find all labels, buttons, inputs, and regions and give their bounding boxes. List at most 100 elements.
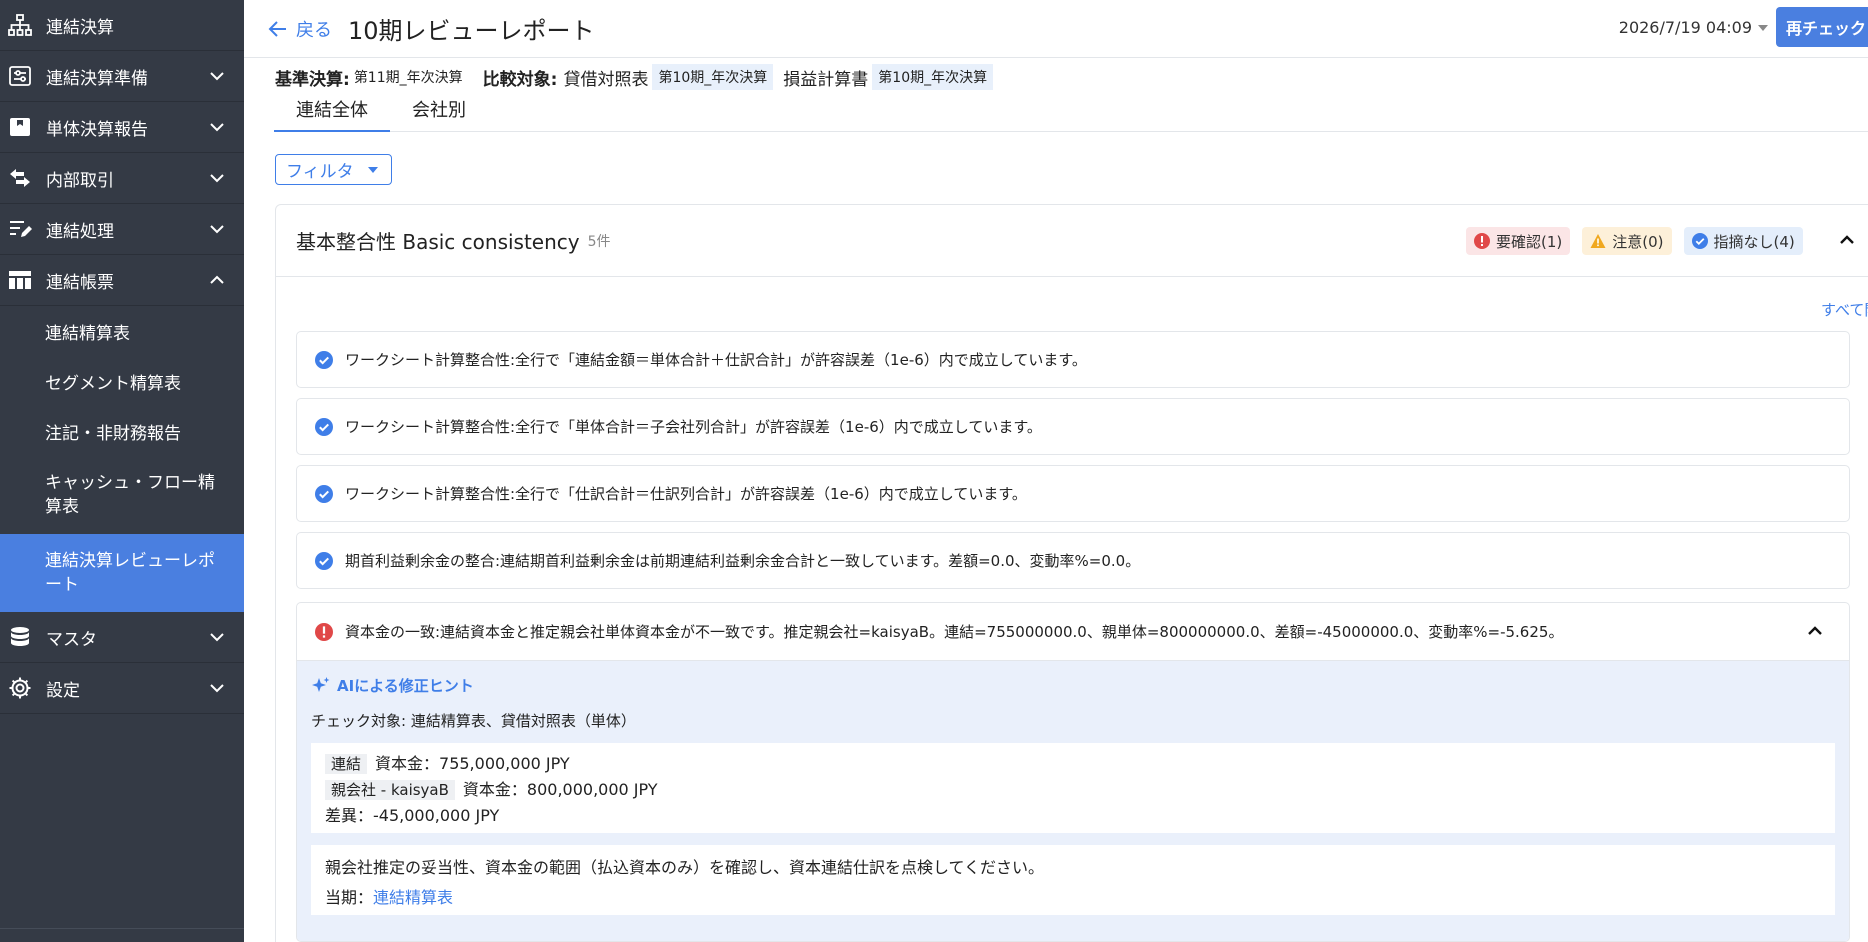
sidebar-item-reports[interactable]: 連結帳票	[0, 255, 244, 306]
filter-label: フィルタ	[286, 162, 354, 182]
status-badge-warning[interactable]: 注意(0)	[1582, 227, 1672, 255]
compare-label: 比較対象:	[482, 69, 558, 90]
chevron-down-icon	[210, 684, 224, 693]
warning-icon	[1590, 233, 1606, 249]
error-message: 資本金の一致:連結資本金と推定親会社単体資本金が不一致です。推定親会社=kais…	[345, 623, 1564, 641]
sidebar-item-label: 内部取引	[46, 170, 114, 191]
ai-hint-label: AIによる修正ヒント	[337, 677, 474, 695]
worksheet-link[interactable]: 連結精算表	[373, 888, 453, 907]
section-header[interactable]: 基本整合性 Basic consistency 5件 要確認(1) 注意(0) …	[276, 205, 1868, 277]
error-check-header[interactable]: 資本金の一致:連結資本金と推定親会社単体資本金が不一致です。推定親会社=kais…	[297, 603, 1849, 661]
sidebar-item-label: 設定	[46, 680, 80, 701]
check-item[interactable]: ワークシート計算整合性:全行で「連結金額＝単体合計＋仕訳合計」が許容誤差（1e-…	[296, 331, 1850, 388]
sidebar-item-preparation[interactable]: 連結決算準備	[0, 51, 244, 102]
ai-hint-panel: AIによる修正ヒント チェック対象: 連結精算表、貸借対照表（単体） 連結 資本金…	[297, 661, 1849, 941]
gear-icon	[6, 674, 34, 702]
pl-label: 損益計算書	[783, 69, 869, 90]
back-label: 戻る	[296, 19, 332, 41]
chevron-down-icon	[210, 123, 224, 132]
status-badge-ok[interactable]: 指摘なし(4)	[1683, 227, 1803, 255]
value-comparison-box: 連結 資本金：755,000,000 JPY 親会社 - kaisyaB 資本金：8…	[311, 743, 1835, 833]
sparkle-icon	[312, 676, 330, 692]
filter-button[interactable]: フィルタ	[275, 154, 392, 185]
base-label: 基準決算:	[275, 69, 350, 90]
sidebar-subitem-label: 連結精算表	[45, 323, 130, 344]
swap-arrows-icon	[6, 164, 34, 192]
comparison-value: 資本金：755,000,000 JPY	[375, 754, 570, 773]
sidebar-item-label: 連結決算	[46, 17, 114, 38]
section-count: 5件	[587, 233, 611, 250]
badge-label: 注意(0)	[1612, 232, 1664, 251]
link-row: 当期：連結精算表	[325, 883, 1821, 913]
recheck-button[interactable]: 再チェック	[1776, 7, 1868, 47]
page-title: 10期レビューレポート	[348, 17, 595, 45]
entity-tag: 親会社 - kaisyaB	[325, 780, 455, 800]
advice-box: 親会社推定の妥当性、資本金の範囲（払込資本のみ）を確認し、資本連結仕訳を点検して…	[311, 845, 1835, 915]
tab-by-company[interactable]: 会社別	[390, 92, 488, 132]
comparison-row: 連結 資本金：755,000,000 JPY	[325, 751, 1821, 777]
inbox-icon	[6, 113, 34, 141]
sidebar-subitem-notes[interactable]: 注記・非財務報告	[0, 406, 244, 456]
badge-label: 要確認(1)	[1496, 232, 1563, 251]
sidebar-item-label: マスタ	[46, 629, 97, 650]
sidebar-subitem-worksheet[interactable]: 連結精算表	[0, 306, 244, 356]
error-check-item: 資本金の一致:連結資本金と推定親会社単体資本金が不一致です。推定親会社=kais…	[296, 602, 1850, 942]
sliders-icon	[6, 62, 34, 90]
sidebar-subitem-cashflow[interactable]: キャッシュ・フロー精算表	[0, 456, 244, 534]
check-item-text: ワークシート計算整合性:全行で「単体合計＝子会社列合計」が許容誤差（1e-6）内…	[345, 418, 1042, 436]
sidebar-subitem-label: キャッシュ・フロー精算表	[45, 473, 215, 517]
datetime-value: 2026/7/19 04:09	[1618, 18, 1752, 37]
sidebar-item-processing[interactable]: 連結処理	[0, 204, 244, 255]
sidebar-item-entity-report[interactable]: 単体決算報告	[0, 102, 244, 153]
comparison-row: 親会社 - kaisyaB 資本金：800,000,000 JPY	[325, 777, 1821, 803]
comparison-value: 資本金：800,000,000 JPY	[462, 780, 658, 799]
sidebar-subitem-label: 注記・非財務報告	[45, 423, 181, 444]
chevron-down-icon	[210, 174, 224, 183]
caret-down-icon	[367, 166, 378, 173]
open-all-link[interactable]: すべて開く	[1821, 299, 1868, 320]
back-button[interactable]: 戻る	[268, 16, 332, 42]
sidebar-subitem-review-report[interactable]: 連結決算レビューレポート	[0, 534, 244, 612]
basic-consistency-section: 基本整合性 Basic consistency 5件 要確認(1) 注意(0) …	[275, 204, 1868, 942]
sidebar-item-consolidation[interactable]: 連結決算	[0, 0, 244, 51]
sidebar-item-label: 単体決算報告	[46, 119, 148, 140]
chevron-down-icon	[210, 633, 224, 642]
arrow-left-icon	[268, 20, 286, 37]
sidebar-item-intercompany[interactable]: 内部取引	[0, 153, 244, 204]
status-badge-error[interactable]: 要確認(1)	[1466, 227, 1571, 255]
sidebar-item-settings[interactable]: 設定	[0, 663, 244, 714]
collapse-item-button[interactable]	[1803, 619, 1827, 643]
check-item[interactable]: ワークシート計算整合性:全行で「仕訳合計＝仕訳列合計」が許容誤差（1e-6）内で…	[296, 465, 1850, 522]
error-icon	[1474, 233, 1490, 249]
edit-list-icon	[6, 215, 34, 243]
table-icon	[6, 266, 34, 294]
pl-value-tag: 第10期_年次決算	[872, 64, 994, 90]
top-bar: 戻る 10期レビューレポート 2026/7/19 04:09 再チェック	[244, 0, 1868, 58]
sidebar-footer	[0, 928, 244, 942]
difference-row: 差異：-45,000,000 JPY	[325, 806, 500, 825]
ai-hint-title: AIによる修正ヒント	[311, 675, 1835, 696]
link-prefix: 当期：	[325, 888, 374, 907]
check-item-text: ワークシート計算整合性:全行で「連結金額＝単体合計＋仕訳合計」が許容誤差（1e-…	[345, 351, 1087, 369]
tab-bar: 連結全体 会社別	[274, 92, 1868, 132]
check-circle-icon	[1691, 233, 1708, 249]
check-item[interactable]: 期首利益剰余金の整合:連結期首利益剰余金は前期連結利益剰余金合計と一致しています…	[296, 532, 1850, 589]
chevron-down-icon	[210, 72, 224, 81]
check-circle-icon	[315, 484, 333, 503]
chevron-up-icon	[1808, 626, 1822, 635]
org-chart-icon	[6, 11, 34, 39]
base-value: 第11期_年次決算	[353, 70, 463, 86]
sidebar-item-master[interactable]: マスタ	[0, 612, 244, 663]
database-icon	[6, 623, 34, 651]
sidebar-subitem-segment[interactable]: セグメント精算表	[0, 356, 244, 406]
check-circle-icon	[315, 350, 333, 369]
datetime-selector[interactable]: 2026/7/19 04:09	[1619, 18, 1768, 37]
status-badges: 要確認(1) 注意(0) 指摘なし(4)	[1466, 227, 1815, 255]
chevron-up-icon	[210, 275, 224, 284]
caret-down-icon	[1758, 24, 1768, 31]
tab-consolidated[interactable]: 連結全体	[274, 92, 390, 132]
collapse-section-button[interactable]	[1834, 227, 1860, 253]
sidebar-item-label: 連結処理	[46, 221, 114, 242]
check-item[interactable]: ワークシート計算整合性:全行で「単体合計＝子会社列合計」が許容誤差（1e-6）内…	[296, 398, 1850, 455]
sidebar-subitem-label: 連結決算レビューレポート	[45, 551, 215, 595]
